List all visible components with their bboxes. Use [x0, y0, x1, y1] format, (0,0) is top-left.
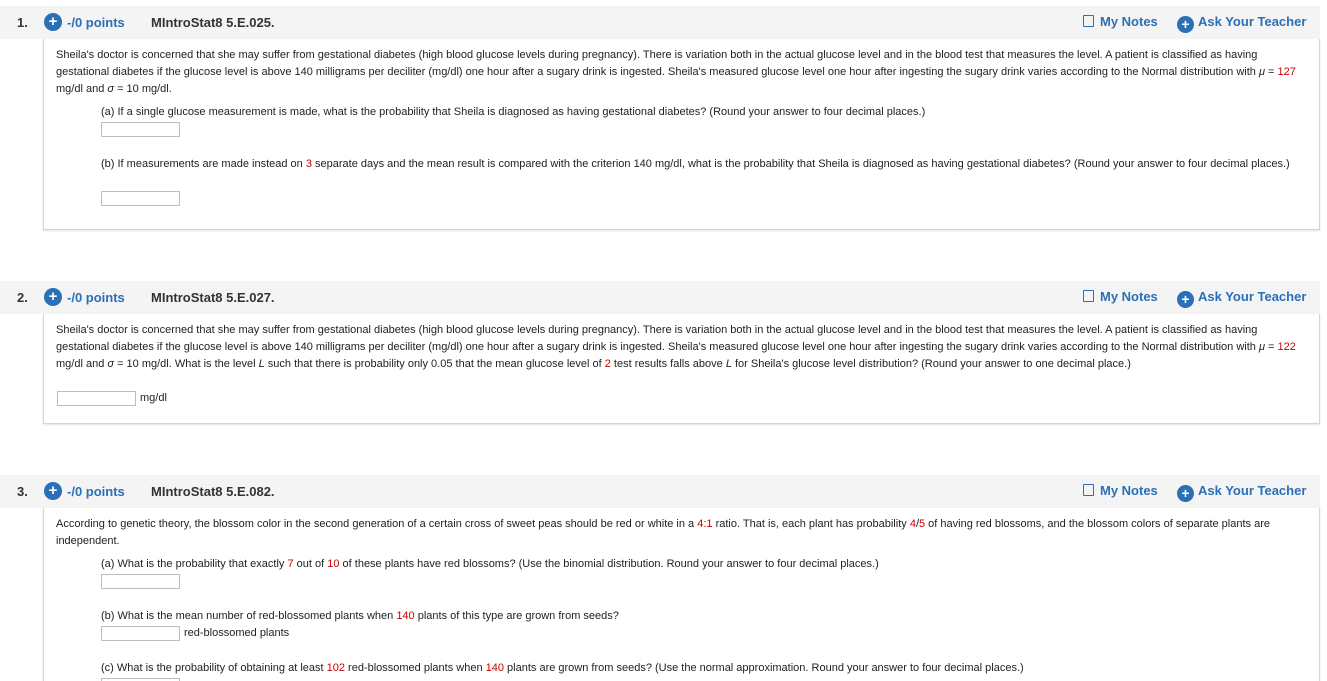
- question-3-part-a: (a) What is the probability that exactly…: [101, 558, 879, 570]
- plus-circle-icon: +: [1177, 16, 1194, 33]
- answer-input-2[interactable]: [57, 391, 136, 406]
- my-notes-label: My Notes: [1100, 14, 1158, 29]
- my-notes-label: My Notes: [1100, 483, 1158, 498]
- points-label[interactable]: -/0 points: [67, 290, 125, 305]
- question-1-intro: Sheila's doctor is concerned that she ma…: [56, 49, 1296, 95]
- my-notes-label: My Notes: [1100, 289, 1158, 304]
- expand-plus-icon[interactable]: +: [44, 482, 62, 500]
- expand-plus-icon[interactable]: +: [44, 288, 62, 306]
- plus-circle-icon: +: [1177, 291, 1194, 308]
- ask-teacher-label: Ask Your Teacher: [1198, 483, 1307, 498]
- my-notes-button[interactable]: My Notes: [1083, 14, 1158, 29]
- ask-teacher-button[interactable]: + Ask Your Teacher: [1177, 14, 1306, 33]
- question-number: 3.: [17, 484, 28, 499]
- question-2-body: Sheila's doctor is concerned that she ma…: [43, 314, 1320, 424]
- points-label[interactable]: -/0 points: [67, 15, 125, 30]
- notes-icon: [1083, 290, 1094, 302]
- expand-plus-icon[interactable]: +: [44, 13, 62, 31]
- question-3-part-b: (b) What is the mean number of red-bloss…: [101, 610, 619, 622]
- question-id: MIntroStat8 5.E.025.: [151, 15, 275, 30]
- question-3-part-c: (c) What is the probability of obtaining…: [101, 662, 1024, 674]
- question-3-body: According to genetic theory, the blossom…: [43, 508, 1320, 681]
- answer-input-1b[interactable]: [101, 191, 180, 206]
- answer-input-3b[interactable]: [101, 626, 180, 641]
- question-3-header: 3. + -/0 points MIntroStat8 5.E.082. My …: [0, 475, 1320, 508]
- question-2-header: 2. + -/0 points MIntroStat8 5.E.027. My …: [0, 281, 1320, 314]
- ask-teacher-label: Ask Your Teacher: [1198, 289, 1307, 304]
- answer-unit: red-blossomed plants: [184, 627, 290, 639]
- question-1-part-a: (a) If a single glucose measurement is m…: [101, 106, 926, 118]
- question-1-part-b: (b) If measurements are made instead on …: [101, 158, 1290, 170]
- points-label[interactable]: -/0 points: [67, 484, 125, 499]
- question-number: 2.: [17, 290, 28, 305]
- my-notes-button[interactable]: My Notes: [1083, 289, 1158, 304]
- question-2-intro: Sheila's doctor is concerned that she ma…: [56, 324, 1296, 370]
- question-number: 1.: [17, 15, 28, 30]
- ask-teacher-button[interactable]: + Ask Your Teacher: [1177, 483, 1306, 502]
- plus-circle-icon: +: [1177, 485, 1194, 502]
- question-1-header: 1. + -/0 points MIntroStat8 5.E.025. My …: [0, 6, 1320, 39]
- my-notes-button[interactable]: My Notes: [1083, 483, 1158, 498]
- notes-icon: [1083, 484, 1094, 496]
- ask-teacher-button[interactable]: + Ask Your Teacher: [1177, 289, 1306, 308]
- question-1-body: Sheila's doctor is concerned that she ma…: [43, 39, 1320, 230]
- answer-unit: mg/dl: [140, 392, 167, 404]
- question-id: MIntroStat8 5.E.027.: [151, 290, 275, 305]
- notes-icon: [1083, 15, 1094, 27]
- question-id: MIntroStat8 5.E.082.: [151, 484, 275, 499]
- question-3-intro: According to genetic theory, the blossom…: [56, 518, 1270, 547]
- answer-input-3a[interactable]: [101, 574, 180, 589]
- ask-teacher-label: Ask Your Teacher: [1198, 14, 1307, 29]
- answer-input-1a[interactable]: [101, 122, 180, 137]
